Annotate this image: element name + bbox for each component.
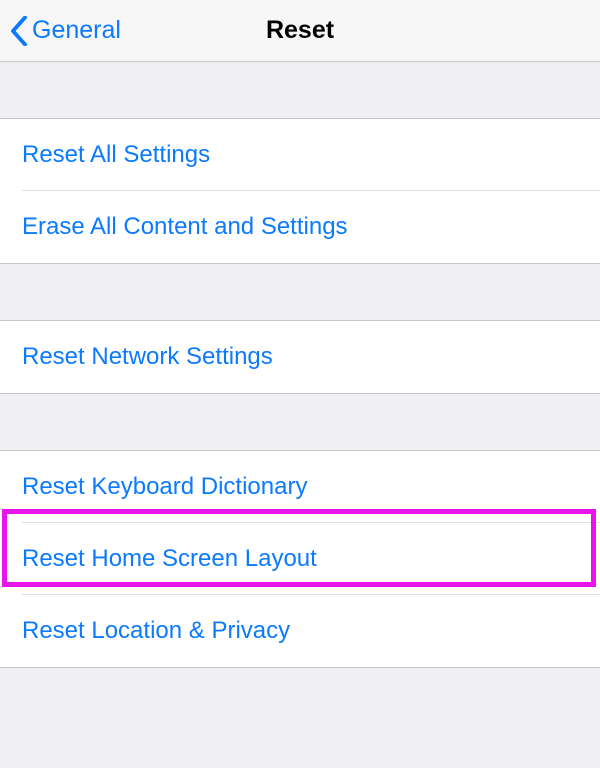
row-label: Reset Network Settings bbox=[22, 343, 273, 371]
erase-all-content-row[interactable]: Erase All Content and Settings bbox=[0, 191, 600, 263]
back-label: General bbox=[32, 16, 121, 45]
reset-keyboard-dictionary-row[interactable]: Reset Keyboard Dictionary bbox=[0, 451, 600, 523]
chevron-left-icon bbox=[10, 16, 28, 46]
reset-network-settings-row[interactable]: Reset Network Settings bbox=[0, 321, 600, 393]
reset-all-settings-row[interactable]: Reset All Settings bbox=[0, 119, 600, 191]
navbar: General Reset bbox=[0, 0, 600, 62]
settings-group-3: Reset Keyboard Dictionary Reset Home Scr… bbox=[0, 450, 600, 668]
group-gap bbox=[0, 264, 600, 320]
group-gap bbox=[0, 394, 600, 450]
bottom-spacer bbox=[0, 668, 600, 768]
row-label: Reset Home Screen Layout bbox=[22, 545, 317, 573]
settings-group-2: Reset Network Settings bbox=[0, 320, 600, 394]
reset-location-privacy-row[interactable]: Reset Location & Privacy bbox=[0, 595, 600, 667]
row-label: Reset All Settings bbox=[22, 141, 210, 169]
reset-home-screen-layout-row[interactable]: Reset Home Screen Layout bbox=[0, 523, 600, 595]
settings-group-1: Reset All Settings Erase All Content and… bbox=[0, 118, 600, 264]
back-button[interactable]: General bbox=[10, 0, 121, 61]
row-label: Reset Location & Privacy bbox=[22, 617, 290, 645]
row-label: Erase All Content and Settings bbox=[22, 213, 348, 241]
row-label: Reset Keyboard Dictionary bbox=[22, 473, 307, 501]
group-gap bbox=[0, 62, 600, 118]
